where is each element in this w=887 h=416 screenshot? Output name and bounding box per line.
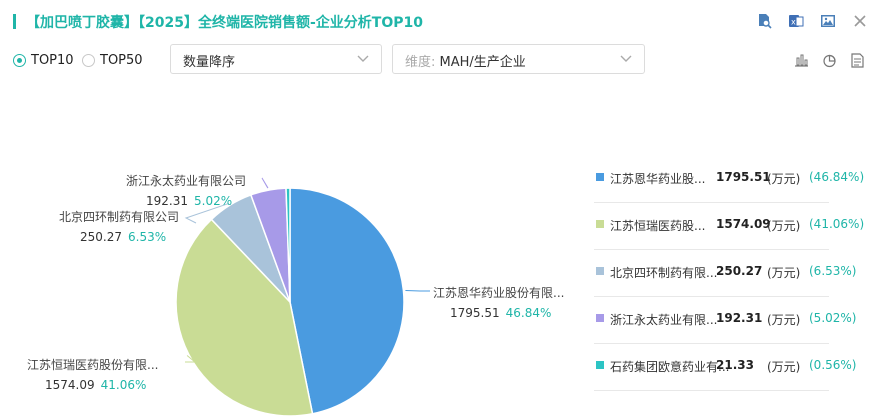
legend-item[interactable]: 江苏恩华药业股... 1795.51 (万元) (46.84%) xyxy=(594,156,864,203)
sort-select[interactable]: 数量降序 xyxy=(170,44,382,74)
legend-percent: (46.84%) xyxy=(809,170,865,184)
legend-value: 1574.09 xyxy=(716,217,771,231)
legend-item[interactable]: 江苏恒瑞医药股... 1574.09 (万元) (41.06%) xyxy=(594,203,864,250)
legend-item[interactable]: 浙江永太药业有限... 192.31 (万元) (5.02%) xyxy=(594,297,856,344)
legend-item[interactable]: 北京四环制药有限... 250.27 (万元) (6.53%) xyxy=(594,250,856,297)
legend-unit: (万元) xyxy=(767,313,801,327)
slice-value-label: 192.31 5.02% xyxy=(146,194,233,208)
pie-chart-icon[interactable] xyxy=(821,52,837,68)
top50-radio[interactable]: TOP50 xyxy=(82,53,143,68)
image-export-icon[interactable] xyxy=(819,12,837,30)
page-title: 【加巴喷丁胶囊】【2025】全终端医院销售额-企业分析TOP10 xyxy=(26,15,423,31)
close-icon[interactable] xyxy=(851,12,869,30)
legend-unit: (万元) xyxy=(767,219,801,233)
controls-bar: TOP10 TOP50 数量降序 维度: MAH/生产企业 xyxy=(0,44,887,76)
slice-label: 江苏恩华药业股份有限... xyxy=(433,286,565,300)
legend-swatch xyxy=(596,314,604,322)
dimension-prefix: 维度: xyxy=(405,55,436,70)
slice-label: 浙江永太药业有限公司 xyxy=(126,174,247,188)
top50-label: TOP50 xyxy=(100,53,143,68)
chevron-down-icon xyxy=(620,55,632,62)
legend-unit: (万元) xyxy=(767,360,801,374)
top10-radio[interactable]: TOP10 xyxy=(13,53,74,68)
legend-name: 北京四环制药有限... xyxy=(610,266,718,280)
dimension-select[interactable]: 维度: MAH/生产企业 xyxy=(392,44,645,74)
view-switcher xyxy=(793,52,865,68)
legend-value: 1795.51 xyxy=(716,170,771,184)
slice-label: 江苏恒瑞医药股份有限... xyxy=(27,358,159,372)
legend-value: 192.31 xyxy=(716,311,763,325)
slice-value-label: 1795.51 46.84% xyxy=(450,306,552,320)
legend-unit: (万元) xyxy=(767,172,801,186)
slice-label: 北京四环制药有限公司 xyxy=(59,210,180,224)
excel-export-icon[interactable]: x xyxy=(787,12,805,30)
leader-line xyxy=(405,289,430,292)
legend-swatch xyxy=(596,267,604,275)
chart-legend: 江苏恩华药业股... 1795.51 (万元) (46.84%) 江苏恒瑞医药股… xyxy=(594,156,864,391)
slice-value-label: 250.27 6.53% xyxy=(80,230,167,244)
legend-percent: (41.06%) xyxy=(809,217,865,231)
legend-name: 江苏恒瑞医药股... xyxy=(610,219,706,233)
legend-value: 250.27 xyxy=(716,264,763,278)
bar-chart-icon[interactable] xyxy=(793,52,809,68)
chevron-down-icon xyxy=(357,55,369,62)
header-toolbar: x xyxy=(755,12,869,30)
slice-value-label: 1574.09 41.06% xyxy=(45,378,147,392)
legend-percent: (5.02%) xyxy=(809,311,857,325)
legend-name: 浙江永太药业有限... xyxy=(610,313,718,327)
dimension-value: MAH/生产企业 xyxy=(439,55,526,70)
svg-text:x: x xyxy=(791,18,796,27)
search-file-icon[interactable] xyxy=(755,12,773,30)
pie-chart xyxy=(175,177,430,416)
leader-line xyxy=(261,177,269,189)
radio-circle-selected xyxy=(13,54,26,67)
legend-name: 江苏恩华药业股... xyxy=(610,172,706,186)
legend-swatch xyxy=(596,361,604,369)
legend-percent: (6.53%) xyxy=(809,264,857,278)
legend-unit: (万元) xyxy=(767,266,801,280)
title-accent-bar xyxy=(13,14,16,29)
radio-circle xyxy=(82,54,95,67)
legend-percent: (0.56%) xyxy=(809,358,857,372)
document-icon[interactable] xyxy=(849,52,865,68)
pie-slice[interactable] xyxy=(289,187,405,415)
legend-value: 21.33 xyxy=(716,358,754,372)
top10-label: TOP10 xyxy=(31,53,74,68)
legend-item[interactable]: 石药集团欧意药业有... 21.33 (万元) (0.56%) xyxy=(594,344,856,391)
legend-swatch xyxy=(596,173,604,181)
sort-select-value: 数量降序 xyxy=(183,55,236,70)
legend-swatch xyxy=(596,220,604,228)
title-bar: 【加巴喷丁胶囊】【2025】全终端医院销售额-企业分析TOP10 x xyxy=(0,0,887,44)
legend-name: 石药集团欧意药业有... xyxy=(610,360,730,374)
